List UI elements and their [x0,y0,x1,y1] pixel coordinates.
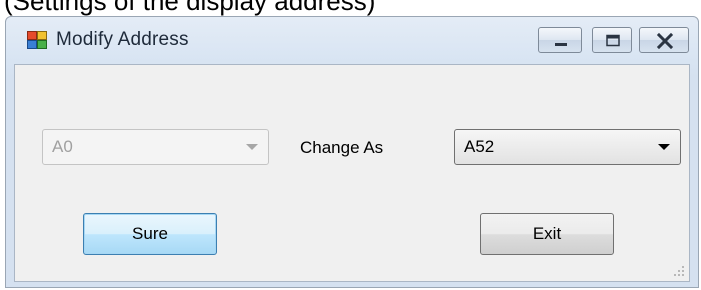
dropdown-arrow-icon[interactable] [658,144,670,150]
minimize-icon [555,43,567,46]
change-as-label: Change As [300,138,384,157]
minimize-button[interactable] [538,27,582,53]
current-address-combo: A0 [42,129,269,165]
modify-address-window: Modify Address A0 Change As A52 Sure Exi… [5,16,699,288]
application-icon[interactable] [27,31,47,49]
exit-button[interactable]: Exit [480,213,614,255]
resize-grip-icon[interactable] [673,265,685,277]
dialog-content: A0 Change As A52 Sure Exit [14,64,690,282]
sure-button[interactable]: Sure [83,213,217,255]
close-icon [656,32,674,50]
maximize-icon [606,34,620,47]
new-address-combo[interactable]: A52 [454,129,681,165]
maximize-button[interactable] [592,27,632,53]
close-button[interactable] [639,27,689,53]
new-address-value: A52 [464,137,495,156]
cropped-top-label: (Settings of the display address) [4,0,376,16]
dropdown-arrow-icon [246,144,258,150]
title-bar[interactable]: Modify Address [6,17,698,63]
window-title: Modify Address [56,29,189,50]
current-address-value: A0 [52,137,73,156]
